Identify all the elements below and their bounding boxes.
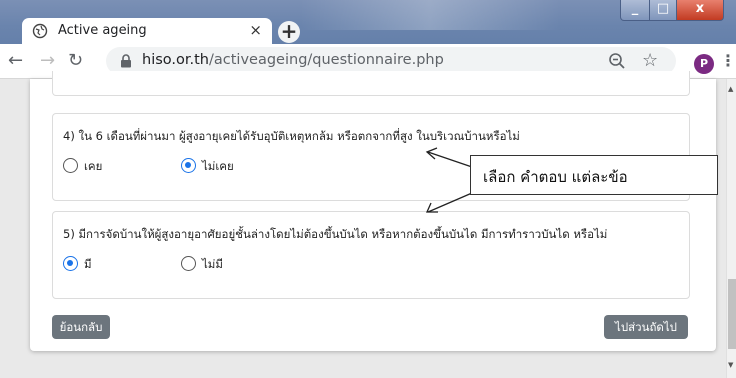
option-label: ไม่มี <box>202 257 223 271</box>
question-5-box: 5) มีการจัดบ้านให้ผู้สูงอายุอาศัยอยู่ชั้… <box>52 211 690 299</box>
question-4-text: 4) ใน 6 เดือนที่ผ่านมา ผู้สูงอายุเคยได้ร… <box>63 129 520 143</box>
bookmark-star-icon[interactable]: ☆ <box>642 50 658 71</box>
scroll-down-arrow-icon[interactable]: ▼ <box>728 361 733 369</box>
window-close-button[interactable]: x <box>676 0 724 21</box>
questionnaire-panel: 4) ใน 6 เดือนที่ผ่านมา ผู้สูงอายุเคยได้ร… <box>30 71 716 351</box>
url-text: hiso.or.th/activeageing/questionnaire.ph… <box>142 52 444 68</box>
tab-close-icon[interactable]: × <box>249 21 262 39</box>
zoom-out-icon[interactable] <box>608 52 626 70</box>
radio-button-selected[interactable] <box>181 158 196 173</box>
globe-icon <box>32 23 48 39</box>
window-titlebar: Active ageing × + _ □ x <box>0 0 736 44</box>
back-button[interactable]: ย้อนกลับ <box>52 315 110 339</box>
menu-kebab-icon[interactable]: ⋮ <box>720 51 736 70</box>
scrollbar-thumb[interactable] <box>728 279 736 349</box>
radio-button[interactable] <box>181 256 196 271</box>
option-label: เคย <box>84 159 103 173</box>
reload-icon[interactable]: ↻ <box>68 50 83 71</box>
page-viewport: 4) ใน 6 เดือนที่ผ่านมา ผู้สูงอายุเคยได้ร… <box>0 71 726 378</box>
previous-question-box <box>52 71 690 96</box>
next-section-button[interactable]: ไปส่วนถัดไป <box>604 315 688 339</box>
scroll-up-arrow-icon[interactable]: ▲ <box>728 85 733 93</box>
window-minimize-button[interactable]: _ <box>620 0 650 21</box>
question-5-text: 5) มีการจัดบ้านให้ผู้สูงอายุอาศัยอยู่ชั้… <box>63 227 608 241</box>
annotation-text: เลือก คำตอบ แต่ละข้อ <box>483 168 628 186</box>
radio-button-selected[interactable] <box>63 256 78 271</box>
url-path: /activeageing/questionnaire.php <box>209 52 444 68</box>
tab-title: Active ageing <box>58 23 147 38</box>
window-maximize-button[interactable]: □ <box>649 0 677 21</box>
forward-arrow-icon[interactable]: → <box>40 50 55 71</box>
titlebar-glass <box>300 0 560 30</box>
profile-avatar[interactable]: P <box>694 54 714 74</box>
option-label: ไม่เคย <box>202 159 234 173</box>
page-scrollbar[interactable]: ▲ ▼ <box>726 79 736 378</box>
url-domain: hiso.or.th <box>142 52 209 68</box>
new-tab-button[interactable]: + <box>278 21 300 43</box>
back-arrow-icon[interactable]: ← <box>8 50 23 71</box>
lock-icon <box>121 54 131 68</box>
radio-button[interactable] <box>63 158 78 173</box>
option-label: มี <box>84 257 92 271</box>
annotation-callout: เลือก คำตอบ แต่ละข้อ <box>470 155 718 195</box>
browser-tab[interactable]: Active ageing × <box>22 18 272 44</box>
